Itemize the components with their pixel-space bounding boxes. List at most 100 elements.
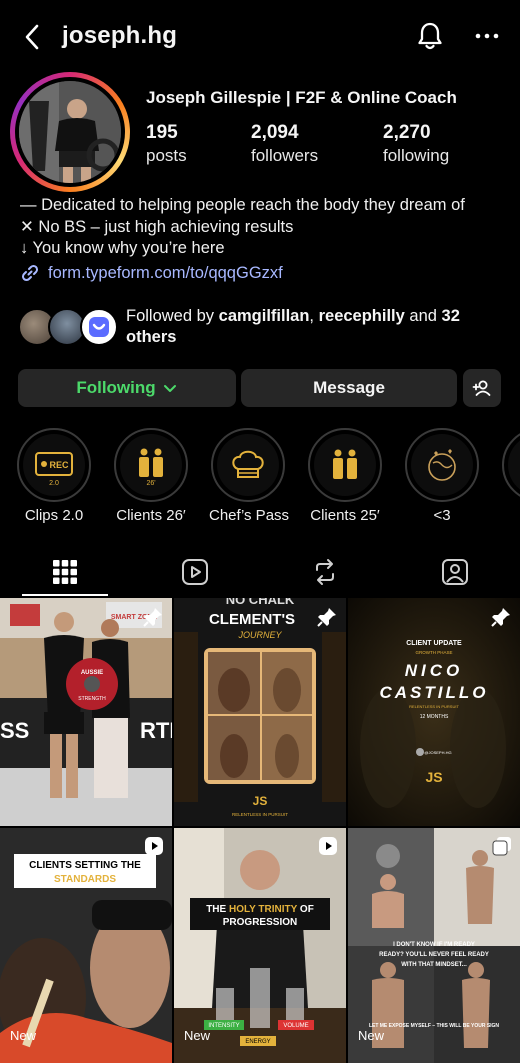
highlight-label: Chef’s Pass (209, 507, 290, 524)
back-arrow-icon[interactable] (20, 22, 44, 52)
smile-logo-icon (89, 317, 109, 337)
svg-text:READY? YOU'LL NEVER FEEL READY: READY? YOU'LL NEVER FEEL READY (379, 952, 489, 958)
avatar-photo (19, 81, 121, 183)
separator: , (309, 307, 319, 325)
svg-text:12 MONTHS: 12 MONTHS (420, 714, 449, 720)
top-bar: joseph.hg (0, 0, 520, 72)
svg-text:AUSSIE: AUSSIE (81, 670, 103, 676)
bell-icon[interactable] (414, 20, 446, 52)
highlight-label: Clients 26′ (116, 507, 186, 524)
post-thumbnail: SMART ZONE SS RTI AUSSIE STRENGTH (0, 598, 172, 826)
svg-text:NO CHALK: NO CHALK (226, 598, 295, 607)
following-button-label: Following (76, 378, 156, 397)
svg-text:INTENSITY: INTENSITY (208, 1023, 239, 1029)
mutual-user: reecephilly (318, 307, 405, 325)
svg-text:CASTILLO: CASTILLO (380, 683, 489, 702)
highlight-clients-26[interactable]: 26' Clients 26′ (112, 428, 190, 524)
following-button[interactable]: Following (18, 369, 236, 407)
carousel-icon (492, 837, 511, 856)
posts-label: posts (146, 146, 187, 165)
add-person-icon (472, 380, 491, 396)
highlight-chefs-pass[interactable]: Chef’s Pass (209, 428, 290, 524)
svg-text:LET ME EXPOSE MYSELF – THIS WI: LET ME EXPOSE MYSELF – THIS WILL BE YOUR… (369, 1023, 499, 1029)
svg-text:CLIENT UPDATE: CLIENT UPDATE (406, 640, 462, 647)
svg-text:STANDARDS: STANDARDS (54, 874, 116, 885)
tab-reposts[interactable] (260, 548, 390, 596)
pin-icon (317, 608, 336, 627)
svg-text:I DON'T KNOW IF I'M READY: I DON'T KNOW IF I'M READY (393, 942, 475, 948)
tab-posts-grid[interactable] (0, 548, 130, 596)
story-highlights: REC 2.0 Clips 2.0 26' Clients 26′ Chef’s… (0, 428, 520, 528)
svg-text:PROGRESSION: PROGRESSION (223, 917, 297, 928)
profile-username: joseph.hg (62, 22, 178, 49)
profile-bio: — Dedicated to helping people reach the … (20, 195, 465, 260)
post-thumbnail: CLIENT UPDATE GROWTH PHASE NICO CASTILLO… (348, 598, 520, 826)
bio-line: — Dedicated to helping people reach the … (20, 196, 465, 214)
mutual-followers-avatars[interactable] (18, 308, 122, 348)
svg-text:RELENTLESS IN PURSUIT: RELENTLESS IN PURSUIT (232, 812, 288, 817)
svg-text:REC: REC (49, 460, 69, 470)
followed-by-text[interactable]: Followed by camgilfillan, reecephilly an… (126, 306, 506, 348)
svg-text:26': 26' (146, 480, 155, 487)
grid-post[interactable]: CLIENT UPDATE GROWTH PHASE NICO CASTILLO… (348, 598, 520, 826)
grid-post[interactable]: I DON'T KNOW IF I'M READY READY? YOU'LL … (348, 828, 520, 1063)
highlight-clips[interactable]: REC 2.0 Clips 2.0 (15, 428, 93, 524)
svg-text:@JOSEPH.HG: @JOSEPH.HG (424, 750, 451, 755)
tab-tagged[interactable] (390, 548, 520, 596)
svg-text:THE HOLY TRINITY OF: THE HOLY TRINITY OF (206, 904, 314, 915)
grid-post[interactable]: CLIENTS SETTING THE STANDARDS New (0, 828, 172, 1063)
post-thumbnail: NO CHALK CLEMENT'S JOURNEY JS RELENTLESS… (174, 598, 346, 826)
following-stat[interactable]: 2,270 following (383, 122, 449, 166)
svg-text:JS: JS (253, 794, 268, 808)
mutual-avatar (80, 308, 118, 346)
svg-text:GROWTH PHASE: GROWTH PHASE (415, 650, 452, 655)
followers-label: followers (251, 146, 319, 165)
svg-text:SS: SS (0, 718, 29, 743)
posts-stat[interactable]: 195 posts (146, 122, 187, 166)
mutual-user: camgilfillan (218, 307, 310, 325)
followers-stat[interactable]: 2,094 followers (251, 122, 318, 166)
svg-text:JS: JS (425, 769, 442, 785)
people-icon: 26' (139, 448, 163, 487)
pin-icon (143, 608, 162, 627)
rec-icon: REC 2.0 (35, 452, 73, 487)
chef-hat-icon (232, 450, 264, 478)
svg-text:RELENTLESS IN PURSUIT: RELENTLESS IN PURSUIT (409, 704, 459, 709)
grid-post[interactable]: THE HOLY TRINITY OF PROGRESSION INTENSIT… (174, 828, 346, 1063)
chevron-down-icon (163, 385, 176, 392)
posts-grid: SMART ZONE SS RTI AUSSIE STRENGTH NO CHA… (0, 598, 520, 1063)
profile-link-text: form.typeform.com/to/qqqGGzxf (48, 263, 283, 282)
highlight-heart[interactable]: <3 (403, 428, 481, 524)
svg-text:STRENGTH: STRENGTH (78, 696, 106, 702)
reels-icon (182, 559, 208, 585)
tab-reels[interactable] (130, 548, 260, 596)
svg-text:RTI: RTI (140, 718, 172, 743)
svg-text:NICO: NICO (405, 661, 464, 680)
highlight-label: Clips 2.0 (24, 507, 84, 524)
new-label: New (358, 1028, 385, 1043)
people-icon (333, 449, 357, 479)
bio-line: ↓ You know why you’re here (20, 239, 225, 257)
highlight-partial[interactable] (500, 428, 520, 502)
profile-avatar[interactable] (10, 72, 130, 192)
profile-link[interactable]: form.typeform.com/to/qqqGGzxf (20, 263, 283, 283)
message-button[interactable]: Message (241, 369, 457, 407)
separator: and (404, 307, 442, 325)
svg-text:WITH THAT MINDSET...: WITH THAT MINDSET... (401, 962, 467, 968)
posts-count: 195 (146, 122, 178, 143)
following-label: following (383, 146, 450, 165)
grid-post[interactable]: NO CHALK CLEMENT'S JOURNEY JS RELENTLESS… (174, 598, 346, 826)
suggested-users-button[interactable] (463, 369, 501, 407)
grid-post[interactable]: SMART ZONE SS RTI AUSSIE STRENGTH (0, 598, 172, 826)
new-label: New (10, 1028, 37, 1043)
profile-full-name: Joseph Gillespie | F2F & Online Coach (146, 88, 457, 107)
grid-icon (53, 560, 77, 584)
followed-by-prefix: Followed by (126, 307, 219, 325)
profile-tabs (0, 548, 520, 596)
svg-text:CLIENTS SETTING THE: CLIENTS SETTING THE (29, 860, 141, 871)
globe-hearts-icon (428, 449, 456, 481)
highlight-clients-25[interactable]: Clients 25′ (306, 428, 384, 524)
more-options-icon[interactable] (472, 24, 502, 48)
reel-badge-icon (145, 837, 163, 855)
svg-text:CLEMENT'S: CLEMENT'S (209, 611, 295, 628)
